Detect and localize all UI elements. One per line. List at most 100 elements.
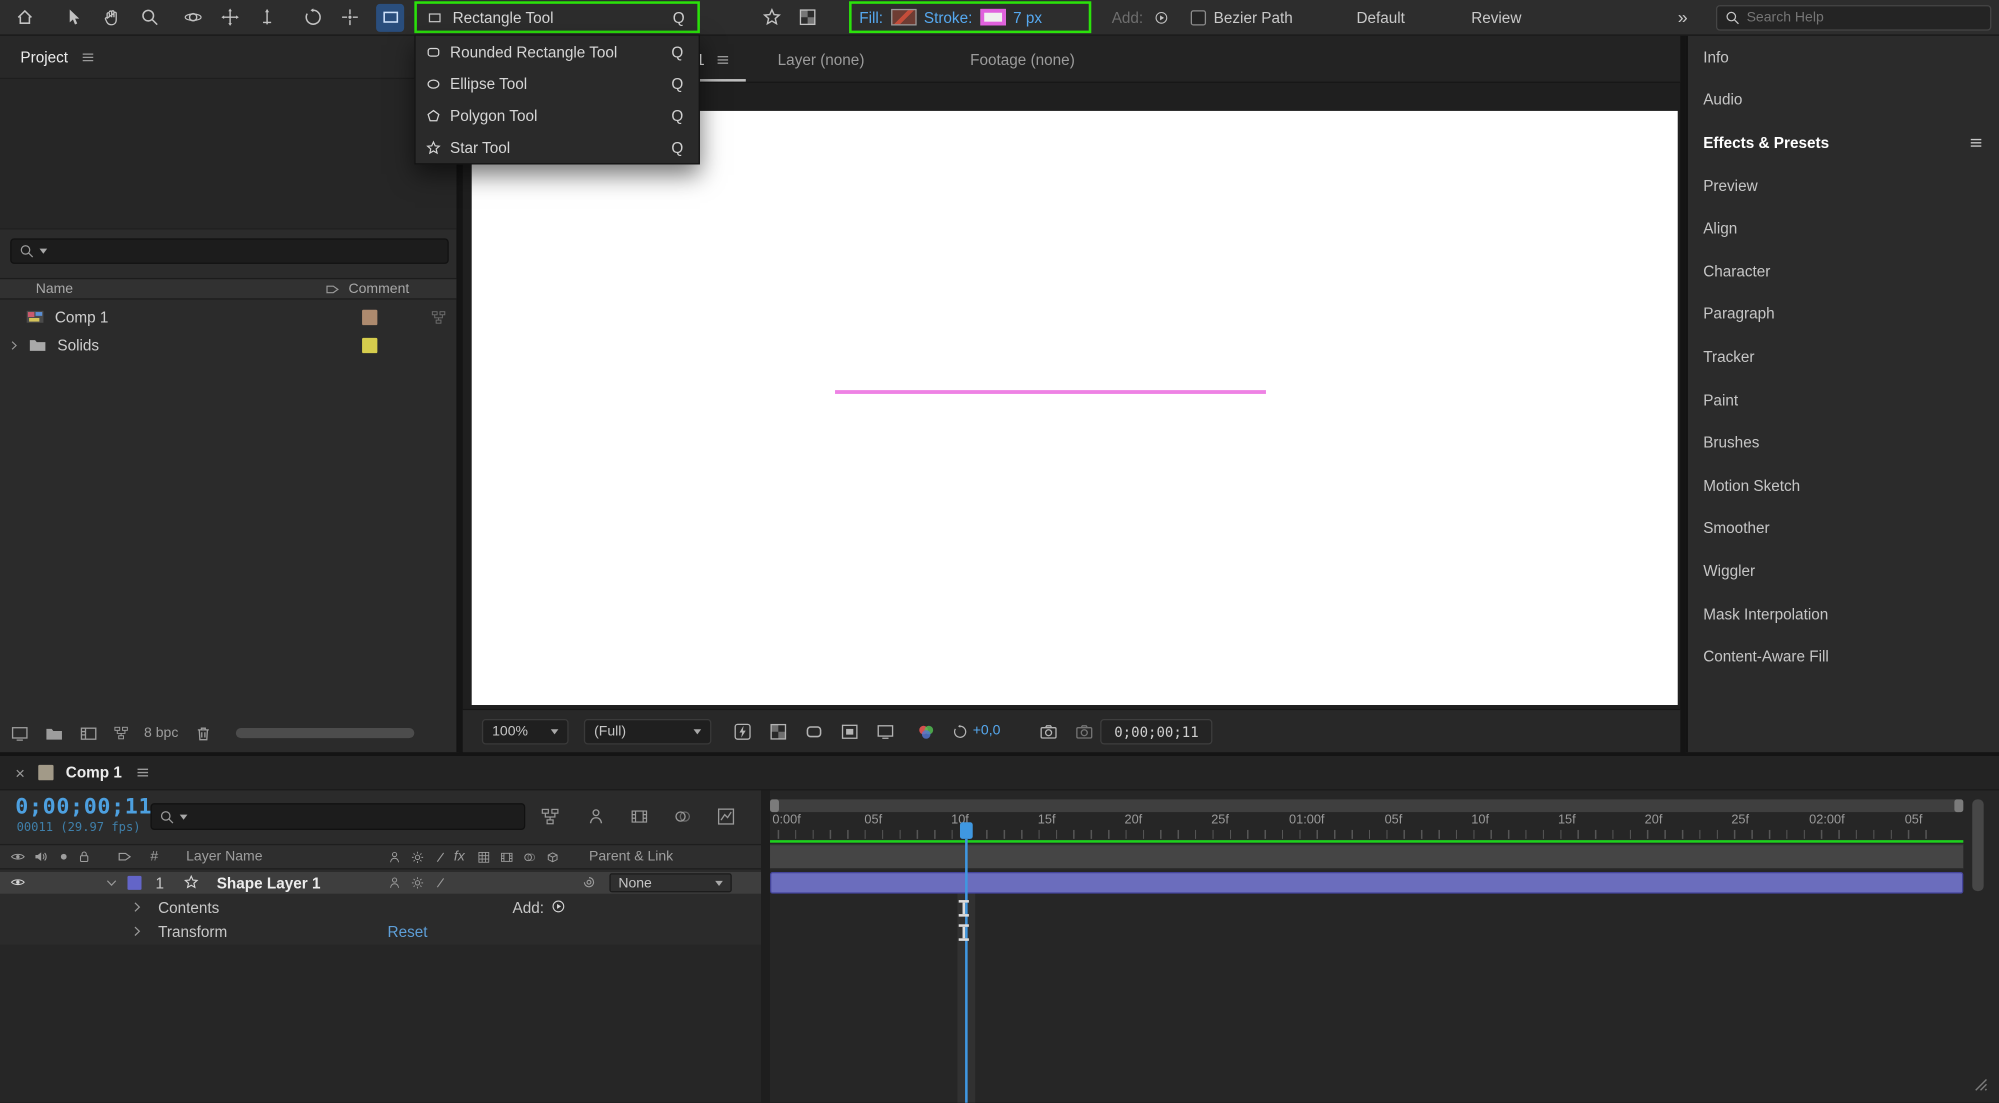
project-panel-tab[interactable]: Project (20, 48, 68, 66)
timeline-vertical-scrollbar[interactable] (1972, 799, 1984, 1090)
layer-quality-switch-icon[interactable] (433, 876, 447, 890)
label-color-chip[interactable] (362, 337, 378, 353)
label-column-icon[interactable] (117, 849, 132, 864)
panel-tab-paint[interactable]: Paint (1688, 378, 1999, 421)
tab-composition-1[interactable]: 1 (696, 36, 730, 83)
comp-mini-flowchart-icon[interactable] (541, 807, 560, 826)
panel-tab-align[interactable]: Align (1688, 207, 1999, 250)
region-of-interest-icon[interactable] (840, 722, 859, 741)
bezier-path-label[interactable]: Bezier Path (1214, 9, 1293, 27)
quality-column-icon[interactable] (433, 850, 447, 864)
panel-menu-icon[interactable] (81, 49, 96, 64)
solo-column-icon[interactable] (56, 849, 71, 864)
panel-tab-tracker[interactable]: Tracker (1688, 335, 1999, 378)
label-color-chip[interactable] (362, 309, 378, 325)
shape-stroke-line[interactable] (835, 390, 1266, 394)
layer-collapse-switch-icon[interactable] (411, 876, 425, 890)
zoom-tool-button[interactable] (135, 3, 163, 31)
audio-column-icon[interactable] (33, 849, 48, 864)
toolbar-overflow-button[interactable]: » (1678, 6, 1688, 26)
layer-shy-switch-icon[interactable] (388, 876, 402, 890)
frame-blending-icon[interactable] (630, 807, 649, 826)
panel-tab-mask-interpolation[interactable]: Mask Interpolation (1688, 592, 1999, 635)
tab-footage-viewer[interactable]: Footage (none) (970, 36, 1075, 83)
contents-group-row[interactable]: Contents Add: (0, 896, 761, 918)
group-chevron-icon[interactable] (130, 924, 144, 938)
project-item-name[interactable]: Comp 1 (55, 308, 109, 326)
menu-item-ellipse-tool[interactable]: Ellipse Tool Q (416, 68, 699, 100)
3d-column-icon[interactable] (546, 850, 560, 864)
menu-item-star-tool[interactable]: Star Tool Q (416, 131, 699, 163)
composition-canvas[interactable] (471, 110, 1678, 706)
shape-tool-button[interactable] (376, 3, 405, 32)
motion-blur-icon[interactable] (673, 807, 692, 826)
search-options-caret-icon[interactable] (179, 814, 188, 820)
label-column-icon[interactable] (326, 281, 341, 296)
video-column-icon[interactable] (10, 849, 25, 864)
hand-tool-button[interactable] (97, 3, 125, 31)
workspace-review[interactable]: Review (1471, 9, 1521, 27)
disclosure-chevron-icon[interactable] (8, 338, 21, 351)
workspace-default[interactable]: Default (1356, 9, 1404, 27)
name-column-header[interactable]: Name (36, 281, 73, 296)
rotation-tool-button[interactable] (298, 3, 326, 31)
snapshot-icon[interactable] (1039, 722, 1058, 741)
panel-tab-character[interactable]: Character (1688, 250, 1999, 293)
layer-name[interactable]: Shape Layer 1 (217, 875, 321, 893)
effects-column-icon[interactable] (477, 850, 491, 864)
panel-tab-wiggler[interactable]: Wiggler (1688, 550, 1999, 593)
comment-column-header[interactable]: Comment (348, 281, 409, 296)
new-folder-icon[interactable] (45, 723, 64, 742)
trash-icon[interactable] (194, 723, 213, 742)
project-flowchart-icon[interactable] (113, 725, 128, 740)
panel-menu-icon[interactable] (1968, 135, 1983, 150)
parent-link-column-header[interactable]: Parent & Link (589, 849, 673, 864)
fast-preview-icon[interactable] (733, 722, 752, 741)
panel-tab-brushes[interactable]: Brushes (1688, 421, 1999, 464)
dolly-camera-tool-button[interactable] (252, 3, 280, 31)
index-column-header[interactable]: # (150, 849, 158, 864)
pan-behind-tool-button[interactable] (335, 3, 363, 31)
fill-label[interactable]: Fill: (859, 8, 883, 26)
magnification-select[interactable]: 100% (481, 719, 569, 745)
navigator-end-handle-icon[interactable] (1954, 799, 1964, 813)
bezier-path-checkbox[interactable] (1190, 10, 1207, 26)
project-item-comp1[interactable]: Comp 1 (0, 303, 456, 330)
transform-label[interactable]: Transform (158, 923, 227, 941)
navigator-start-handle-icon[interactable] (770, 799, 779, 813)
project-search[interactable] (10, 238, 449, 264)
panel-tab-audio[interactable]: Audio (1688, 79, 1999, 122)
home-button[interactable] (10, 3, 38, 31)
work-area-bar[interactable] (770, 843, 1964, 870)
show-snapshot-icon[interactable] (1075, 722, 1094, 741)
layer-visibility-eye-icon[interactable] (10, 875, 25, 890)
panel-tab-smoother[interactable]: Smoother (1688, 507, 1999, 550)
show-channel-icon[interactable] (917, 722, 936, 741)
panel-tab-content-aware-fill[interactable]: Content-Aware Fill (1688, 635, 1999, 678)
stroke-width-value[interactable]: 7 px (1013, 8, 1042, 26)
layer-row-shape-layer-1[interactable]: 1 Shape Layer 1 None (0, 872, 762, 894)
color-depth-label[interactable]: 8 bpc (144, 725, 178, 740)
graph-editor-icon[interactable] (716, 807, 735, 826)
layer-duration-bar[interactable] (770, 872, 1964, 894)
pan-camera-tool-button[interactable] (215, 3, 243, 31)
panel-tab-effects-presets[interactable]: Effects & Presets (1688, 121, 1999, 164)
transform-group-row[interactable]: Transform Reset (0, 920, 761, 942)
contents-label[interactable]: Contents (158, 899, 219, 917)
new-composition-icon[interactable] (79, 723, 98, 742)
fill-swatch[interactable] (890, 8, 917, 26)
help-search-input[interactable] (1746, 10, 1938, 26)
playhead-line[interactable] (965, 838, 968, 1103)
current-time-display[interactable]: 0;00;00;11 (15, 794, 152, 819)
resize-grip-icon[interactable] (1971, 1075, 1991, 1093)
panel-tab-motion-sketch[interactable]: Motion Sketch (1688, 464, 1999, 507)
panel-menu-icon[interactable] (135, 765, 150, 780)
layer-name-column-header[interactable]: Layer Name (186, 849, 262, 864)
project-search-input[interactable] (52, 241, 440, 261)
panel-tab-preview[interactable]: Preview (1688, 164, 1999, 207)
lock-column-icon[interactable] (76, 849, 91, 864)
hide-shy-layers-icon[interactable] (586, 807, 605, 826)
playhead-handle[interactable] (959, 822, 973, 839)
resolution-select[interactable]: (Full) (583, 719, 712, 745)
time-navigator[interactable] (770, 799, 1964, 813)
